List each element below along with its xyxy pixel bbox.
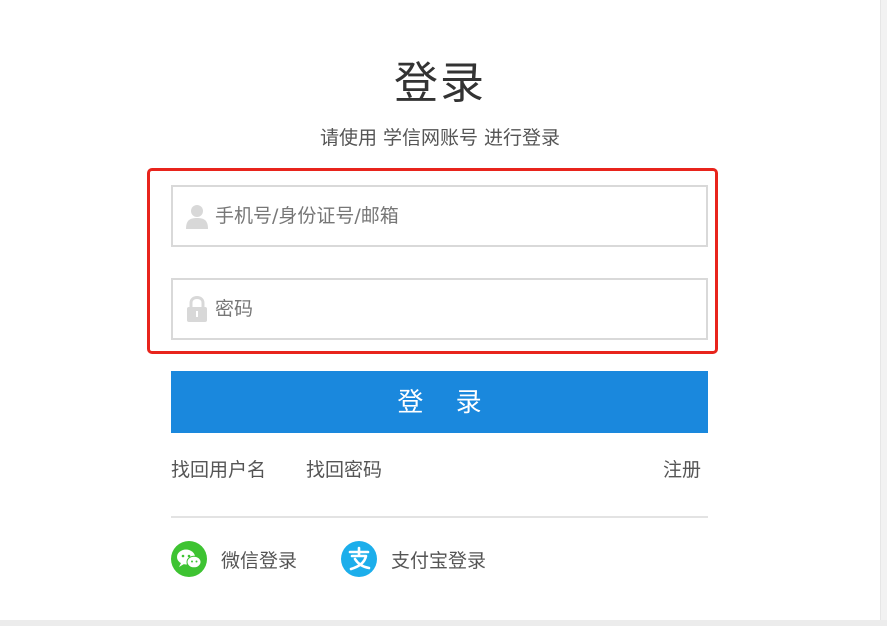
- find-password-link[interactable]: 找回密码: [306, 456, 382, 484]
- wechat-icon: [171, 541, 207, 577]
- bottom-strip: [0, 620, 887, 626]
- find-username-link[interactable]: 找回用户名: [171, 456, 266, 484]
- lock-icon: [185, 295, 209, 322]
- page-subtitle: 请使用 学信网账号 进行登录: [319, 127, 561, 149]
- register-link[interactable]: 注册: [663, 456, 701, 484]
- page-title: 登录: [394, 58, 486, 109]
- password-field[interactable]: [171, 278, 708, 340]
- username-input[interactable]: [215, 187, 695, 245]
- login-button[interactable]: 登 录: [171, 371, 708, 433]
- wechat-login-label: 微信登录: [221, 549, 298, 572]
- login-panel: 登录 请使用 学信网账号 进行登录 登 录 找回用户名 找回密码 注册: [0, 0, 881, 620]
- alipay-login-button[interactable]: 支付宝登录: [341, 540, 486, 578]
- alipay-icon: [341, 541, 377, 577]
- username-field[interactable]: [171, 185, 708, 247]
- wechat-login-button[interactable]: 微信登录: [171, 540, 297, 578]
- divider: [171, 516, 708, 518]
- password-input[interactable]: [215, 280, 695, 338]
- alipay-login-label: 支付宝登录: [391, 549, 487, 572]
- user-icon: [185, 203, 209, 229]
